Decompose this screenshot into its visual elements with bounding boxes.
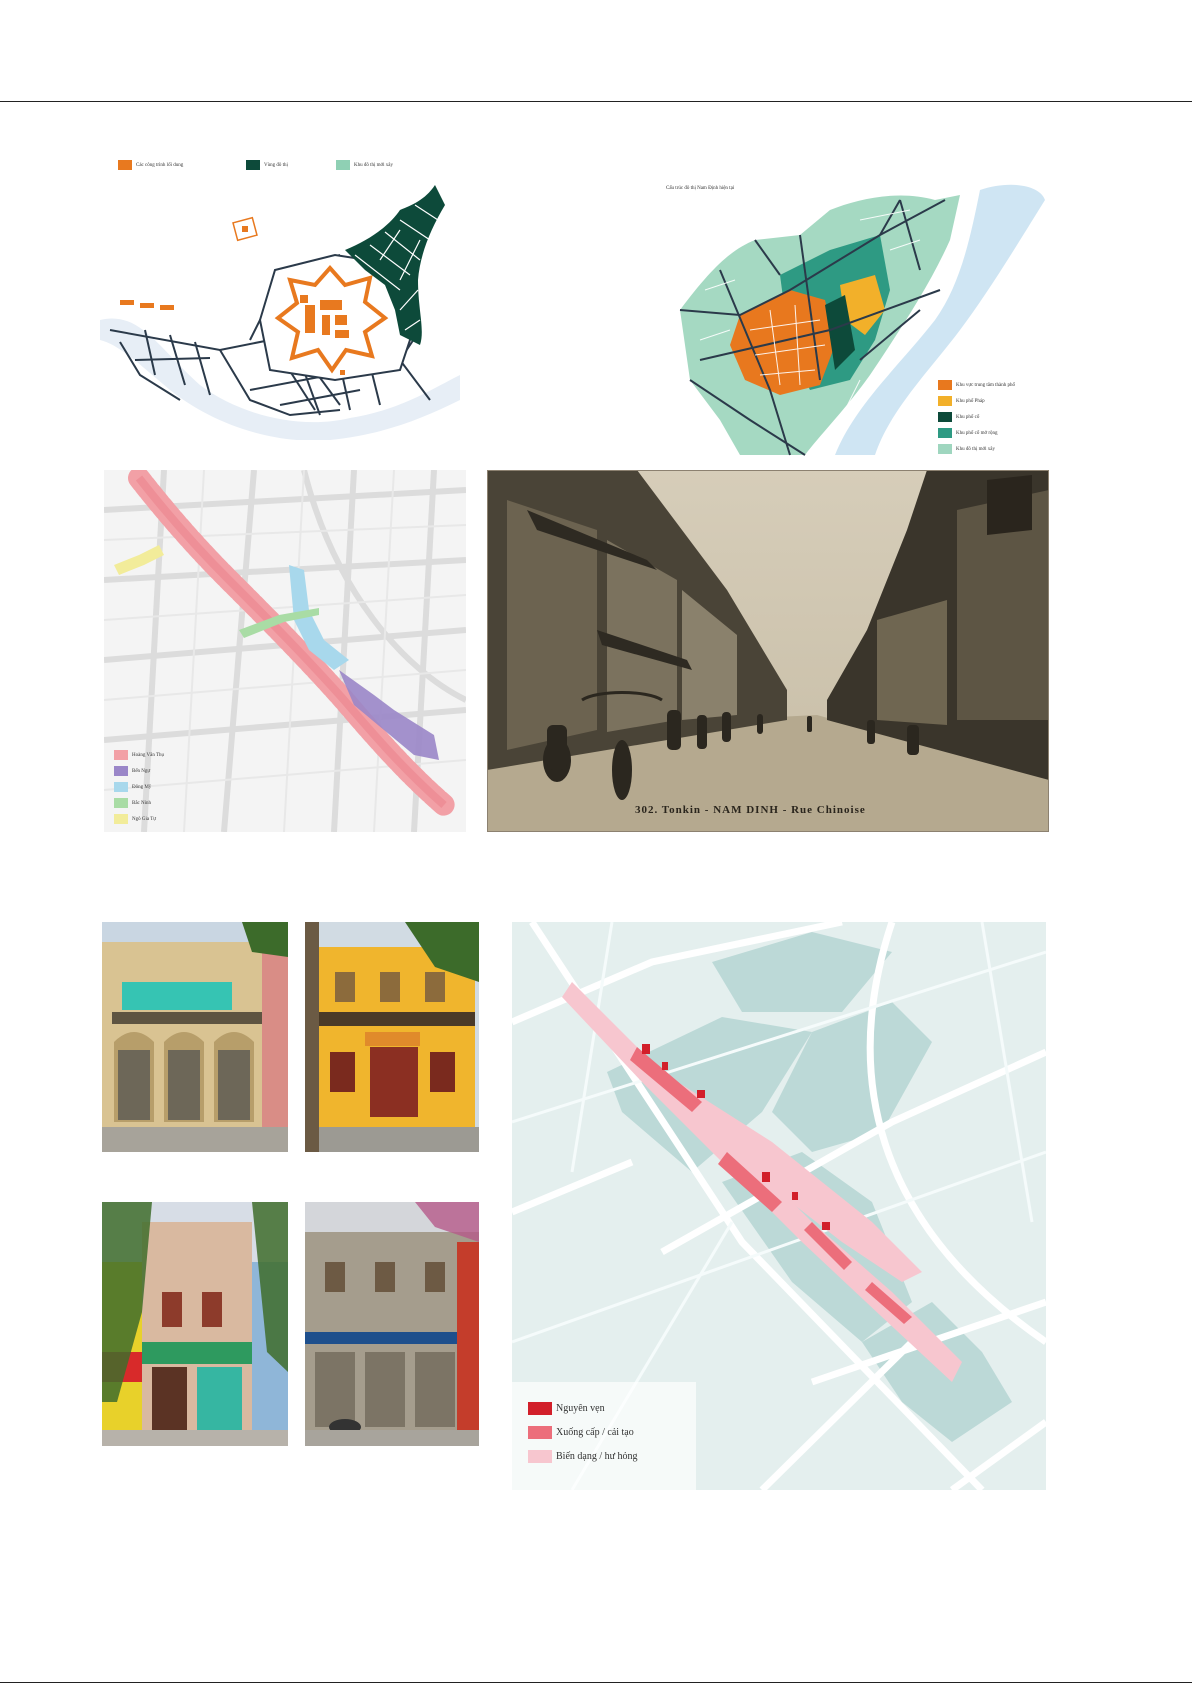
legend-label: Khu đô thị mới xây xyxy=(354,162,394,168)
legend-item: Bắc Ninh xyxy=(114,798,164,808)
legend-item: Hoàng Văn Thụ xyxy=(114,750,164,760)
shophouse-photo-1 xyxy=(102,922,288,1152)
street-groups-map: Hoàng Văn Thụ Bến Ngự Đông Mỹ Bắc Ninh N… xyxy=(103,467,468,833)
citadel-map: Các công trình lối dung Vùng đô thị Khu … xyxy=(100,160,460,441)
legend-item: Khu vực trung tâm thành phố xyxy=(938,380,1015,390)
shophouse-photo-4-drawing xyxy=(305,1202,479,1446)
footer-rule xyxy=(0,1682,1192,1683)
legend-item: Khu phố cổ mở rộng xyxy=(938,428,1015,438)
legend-label: Khu phố Pháp xyxy=(956,398,985,404)
city-structure-map: Cấu trúc đô thị Nam Định hiện tại Khu vự… xyxy=(660,180,1050,470)
photo-caption: 302. Tonkin - NAM DINH - Rue Chinoise xyxy=(635,804,866,816)
legend-swatch xyxy=(114,766,128,776)
legend-label: Khu phố cổ mở rộng xyxy=(956,430,998,436)
citadel-map-drawing xyxy=(100,185,460,441)
legend-label: Các công trình lối dung xyxy=(136,162,184,168)
legend-item: Khu đô thị mới xây xyxy=(938,444,1015,454)
shophouse-photo-2 xyxy=(305,922,479,1152)
shophouse-photo-4 xyxy=(305,1202,479,1446)
shophouse-photo-2-drawing xyxy=(305,922,479,1152)
legend-label: Khu vực trung tâm thành phố xyxy=(956,382,1015,388)
legend-item: Khu phố Pháp xyxy=(938,396,1015,406)
building-condition-map: Nguyên vẹn Xuống cấp / cải tạo Biến dạng… xyxy=(512,922,1046,1490)
legend-label: Bến Ngự xyxy=(132,768,151,774)
legend-swatch xyxy=(118,160,132,170)
legend-label: Hoàng Văn Thụ xyxy=(132,752,165,758)
legend-item: Nguyên vẹn xyxy=(528,1402,605,1415)
legend-swatch xyxy=(528,1402,552,1415)
legend-swatch xyxy=(938,412,952,422)
legend-swatch xyxy=(114,750,128,760)
legend-label: Bắc Ninh xyxy=(132,800,152,806)
legend-label: Nguyên vẹn xyxy=(556,1403,605,1414)
legend-label: Đông Mỹ xyxy=(132,784,152,790)
historic-street-photo: 302. Tonkin - NAM DINH - Rue Chinoise xyxy=(487,470,1049,832)
legend-item: Biến dạng / hư hỏng xyxy=(528,1450,638,1463)
legend-swatch xyxy=(114,814,128,824)
legend-swatch xyxy=(938,396,952,406)
citadel-legend-item: Vùng đô thị xyxy=(246,160,288,170)
citadel-legend-item: Khu đô thị mới xây xyxy=(336,160,393,170)
legend-item: Đông Mỹ xyxy=(114,782,164,792)
legend-item: Khu phố cổ xyxy=(938,412,1015,422)
legend-label: Khu phố cổ xyxy=(956,414,980,420)
legend-item: Bến Ngự xyxy=(114,766,164,776)
legend-swatch xyxy=(336,160,350,170)
legend-swatch xyxy=(114,798,128,808)
legend-item: Ngô Gia Tự xyxy=(114,814,164,824)
legend-swatch xyxy=(938,380,952,390)
street-groups-legend: Hoàng Văn Thụ Bến Ngự Đông Mỹ Bắc Ninh N… xyxy=(114,750,164,824)
legend-swatch xyxy=(938,428,952,438)
city-structure-legend: Khu vực trung tâm thành phố Khu phố Pháp… xyxy=(938,380,1015,454)
citadel-legend-item: Các công trình lối dung xyxy=(118,160,183,170)
shophouse-photo-3 xyxy=(102,1202,288,1446)
legend-label: Khu đô thị mới xây xyxy=(956,446,996,452)
legend-label: Biến dạng / hư hỏng xyxy=(556,1451,638,1462)
shophouse-photo-3-drawing xyxy=(102,1202,288,1446)
legend-label: Vùng đô thị xyxy=(264,162,288,168)
legend-swatch xyxy=(528,1426,552,1439)
legend-swatch xyxy=(938,444,952,454)
legend-swatch xyxy=(246,160,260,170)
legend-swatch xyxy=(114,782,128,792)
legend-label: Xuống cấp / cải tạo xyxy=(556,1427,634,1438)
map-title: Cấu trúc đô thị Nam Định hiện tại xyxy=(666,186,735,191)
legend-swatch xyxy=(528,1450,552,1463)
legend-label: Ngô Gia Tự xyxy=(132,816,157,822)
legend-item: Xuống cấp / cải tạo xyxy=(528,1426,634,1439)
historic-photo-drawing xyxy=(487,470,1049,832)
shophouse-photo-1-drawing xyxy=(102,922,288,1152)
header-rule xyxy=(0,101,1192,102)
condition-legend: Nguyên vẹn Xuống cấp / cải tạo Biến dạng… xyxy=(512,1382,696,1490)
